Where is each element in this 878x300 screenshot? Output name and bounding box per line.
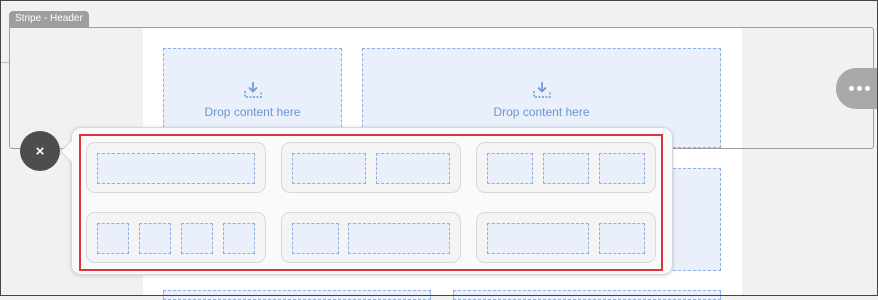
left-divider bbox=[0, 62, 9, 63]
stripe-label[interactable]: Stripe - Header bbox=[9, 11, 89, 27]
column-placeholder bbox=[487, 153, 533, 184]
column-placeholder bbox=[223, 223, 255, 254]
column-placeholder bbox=[292, 153, 366, 184]
more-dot bbox=[856, 86, 862, 91]
more-dot bbox=[864, 86, 870, 91]
column-placeholder bbox=[599, 223, 645, 254]
column-placeholder bbox=[97, 223, 129, 254]
column-placeholder bbox=[599, 153, 645, 184]
column-placeholder bbox=[543, 153, 589, 184]
column-placeholder bbox=[487, 223, 589, 254]
close-layout-picker-button[interactable]: × bbox=[20, 131, 60, 171]
column-placeholder bbox=[139, 223, 171, 254]
column-placeholder bbox=[376, 153, 450, 184]
column-placeholder bbox=[181, 223, 213, 254]
column-placeholder bbox=[292, 223, 339, 254]
column-placeholder bbox=[97, 153, 255, 184]
layout-option-4-columns[interactable] bbox=[86, 212, 266, 263]
layout-option-3-columns[interactable] bbox=[476, 142, 656, 193]
more-horizontal-icon bbox=[848, 86, 854, 91]
layout-option-2-columns[interactable] bbox=[281, 142, 461, 193]
more-options-button[interactable] bbox=[836, 68, 878, 109]
drop-zone-bottom-left[interactable] bbox=[163, 290, 431, 300]
close-icon: × bbox=[35, 142, 45, 160]
column-placeholder bbox=[348, 223, 450, 254]
drop-zone-bottom-right[interactable] bbox=[453, 290, 721, 300]
layout-option-1-column[interactable] bbox=[86, 142, 266, 193]
layout-option-two-thirds-one-third[interactable] bbox=[476, 212, 656, 263]
layout-option-one-third-two-thirds[interactable] bbox=[281, 212, 461, 263]
